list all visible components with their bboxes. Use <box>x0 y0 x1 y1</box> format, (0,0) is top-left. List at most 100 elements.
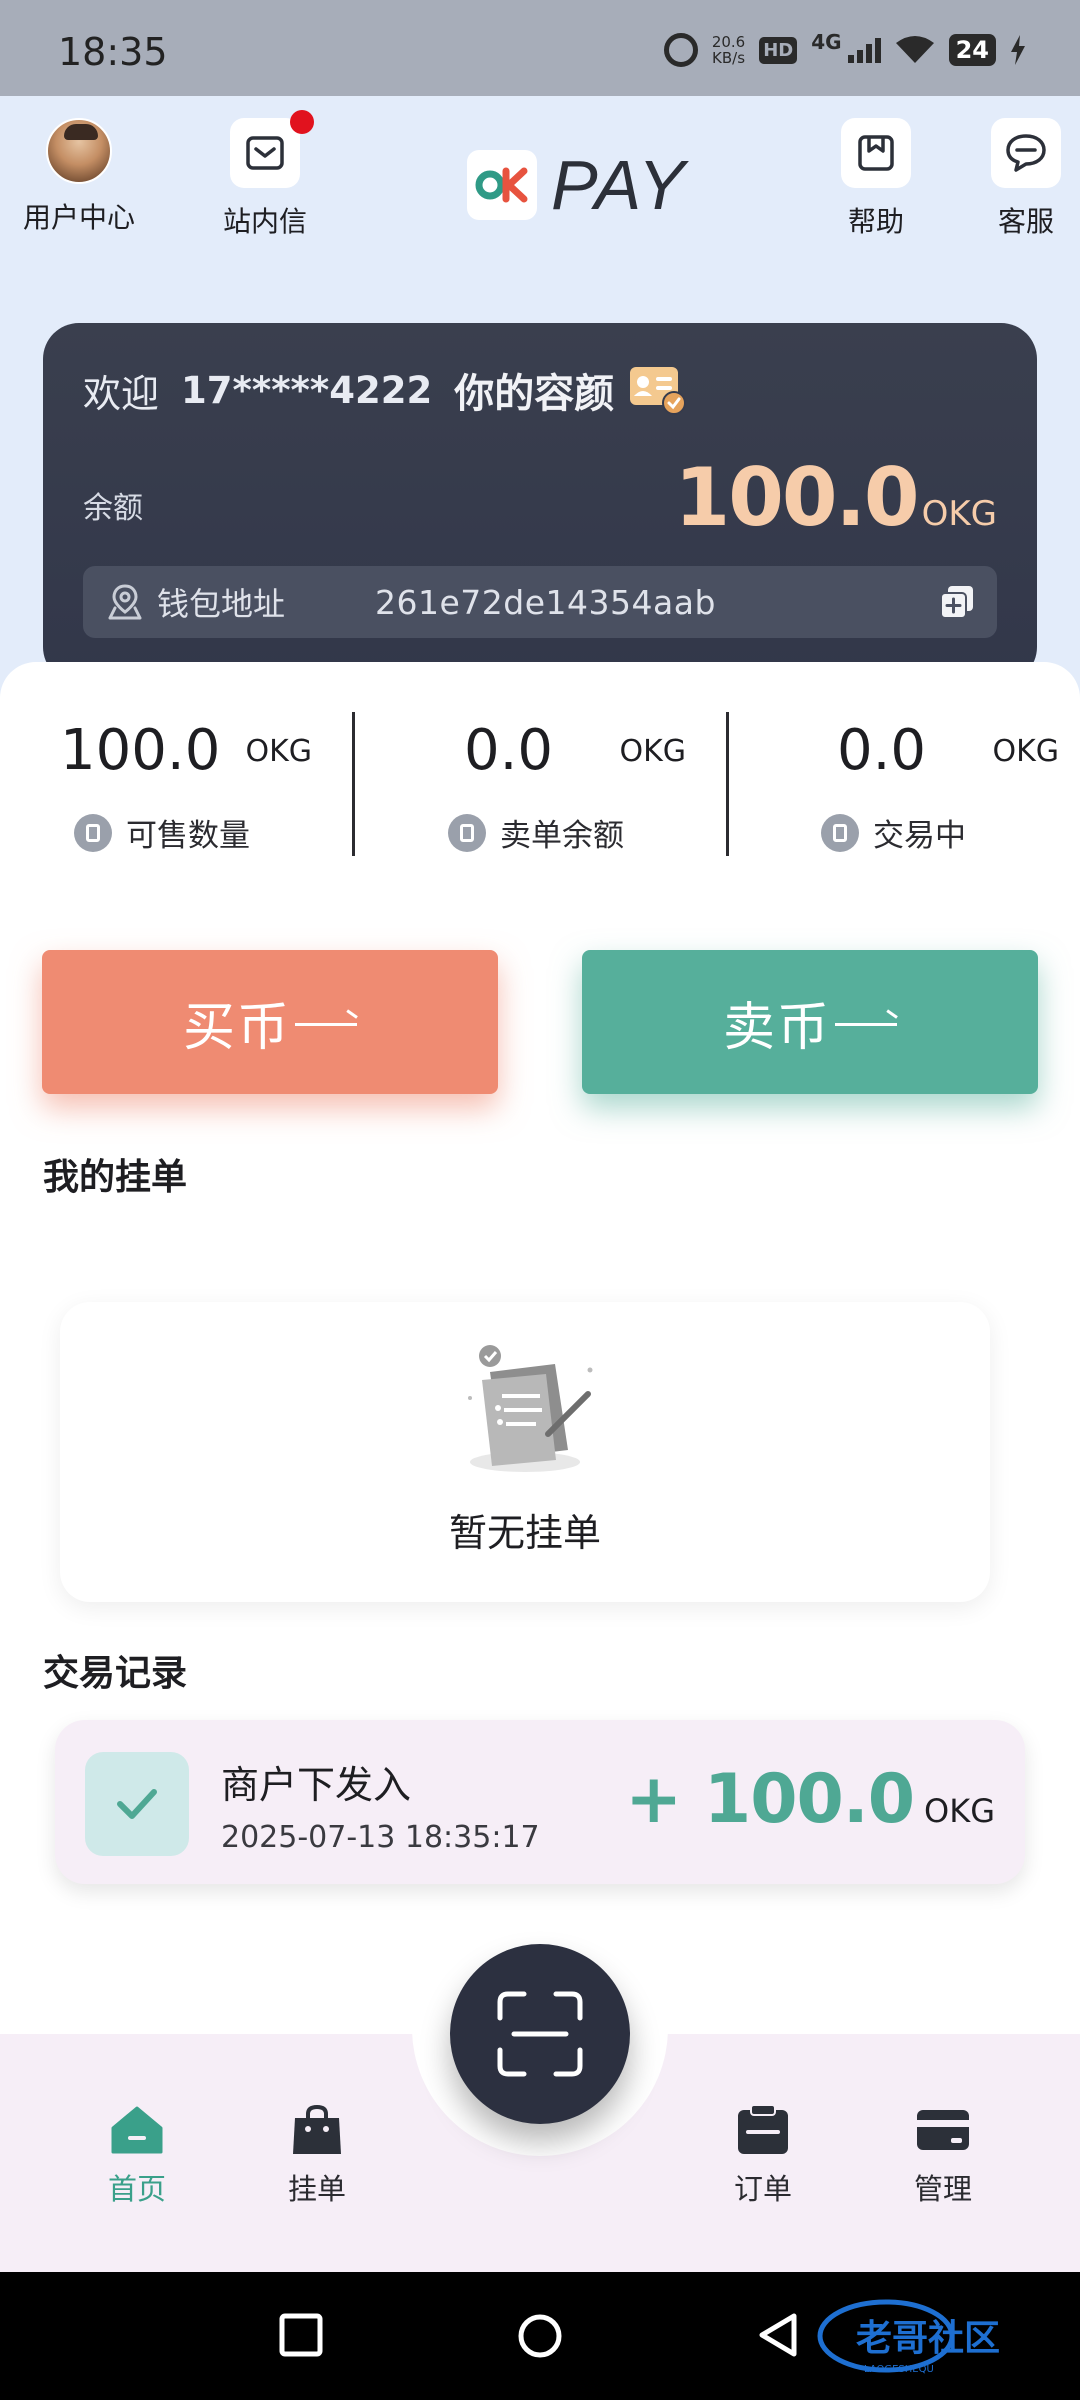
stat-label: 卖单余额 <box>500 818 624 854</box>
stat-divider <box>726 712 729 856</box>
balance-unit: OKG <box>921 494 997 534</box>
notification-dot <box>290 110 314 134</box>
buy-label: 买币 <box>182 997 291 1058</box>
records-title: 交易记录 <box>43 1653 188 1694</box>
help-button[interactable]: 帮助 <box>815 118 937 240</box>
empty-orders-text: 暂无挂单 <box>448 1511 601 1555</box>
record-amount: + 100.0 OKG <box>625 1760 995 1839</box>
stat-unit: OKG <box>992 734 1059 769</box>
avatar <box>46 118 112 184</box>
stat-value: 0.0 <box>464 718 554 783</box>
balance-value: 100.0 <box>674 451 920 544</box>
transaction-record[interactable]: 商户下发入 2025-07-13 18:35:17 + 100.0 OKG <box>55 1720 1025 1884</box>
id-card-icon <box>630 367 687 415</box>
messages-tile <box>230 110 314 188</box>
home-icon <box>111 2106 163 2154</box>
record-check-tile <box>85 1752 189 1856</box>
stat-unit: OKG <box>619 734 686 769</box>
stat-label-row: 卖单余额 <box>448 810 624 855</box>
help-label: 帮助 <box>847 205 904 238</box>
net-speed-unit: KB/s <box>712 49 746 67</box>
stat-divider <box>352 712 355 856</box>
ok-logo-icon <box>475 167 528 203</box>
net-speed-value: 20.6 <box>711 33 746 51</box>
app-logo: PAY <box>467 145 687 225</box>
record-amount-unit: OKG <box>924 1792 995 1830</box>
phone-number: 17*****4222 <box>181 368 433 412</box>
nav-home-label: 首页 <box>107 2172 166 2206</box>
nav-listing[interactable]: 挂单 <box>257 2102 377 2208</box>
service-tile <box>991 118 1061 188</box>
wifi-icon <box>895 36 934 63</box>
document-icon <box>74 813 112 852</box>
signal-icon <box>847 37 881 63</box>
clipboard-icon <box>738 2104 788 2154</box>
card-icon <box>917 2110 969 2150</box>
logo-mark <box>467 150 537 220</box>
arrow-right-icon <box>835 1022 897 1026</box>
nickname: 你的容颜 <box>454 371 615 417</box>
welcome-row: 欢迎 17*****4222 你的容颜 <box>83 361 687 419</box>
nav-home[interactable]: 首页 <box>77 2102 197 2208</box>
watermark-subtext: LAOGESHEQU <box>864 2364 934 2375</box>
nav-listing-label: 挂单 <box>287 2172 346 2206</box>
main-content: 100.0 OKG 可售数量 0.0 OKG 卖单余额 0.0 OKG 交易中 … <box>0 662 1080 2034</box>
empty-document-icon <box>468 1345 593 1472</box>
balance-label: 余额 <box>83 491 143 526</box>
check-icon <box>117 1789 157 1819</box>
document-icon <box>448 813 486 852</box>
recents-icon[interactable] <box>278 2312 324 2358</box>
welcome-text: 欢迎 <box>83 371 160 416</box>
scan-button[interactable] <box>450 1944 630 2124</box>
wallet-address: 261e72de14354aab <box>375 582 716 622</box>
my-orders-title: 我的挂单 <box>43 1157 188 1198</box>
wallet-label: 钱包地址 <box>157 585 286 623</box>
alarm-icon <box>663 33 698 67</box>
record-amount-value: + 100.0 <box>625 1760 915 1839</box>
network-type: 4G <box>811 30 842 54</box>
balance-amount: 100.0 OKG <box>675 451 997 544</box>
chat-icon <box>1006 134 1046 172</box>
hd-icon: HD <box>759 36 798 64</box>
nav-manage[interactable]: 管理 <box>883 2102 1003 2208</box>
service-label: 客服 <box>997 205 1054 238</box>
nav-manage-label: 管理 <box>913 2172 972 2206</box>
stat-unit: OKG <box>245 734 312 769</box>
battery-level: 24 <box>948 34 996 66</box>
stat-label: 可售数量 <box>126 818 250 854</box>
sell-label: 卖币 <box>722 997 831 1058</box>
location-icon <box>108 584 142 620</box>
empty-orders-card: 暂无挂单 <box>60 1302 990 1602</box>
nav-orders-label: 订单 <box>733 2172 792 2206</box>
record-time: 2025-07-13 18:35:17 <box>221 1820 540 1855</box>
mail-icon <box>246 136 284 170</box>
sell-coin-button[interactable]: 卖币 <box>582 950 1038 1094</box>
scan-icon <box>497 1991 583 2077</box>
stat-label-row: 可售数量 <box>74 810 250 855</box>
wallet-address-row: 钱包地址 261e72de14354aab <box>83 566 997 638</box>
watermark-text: 老哥社区 <box>856 2318 1000 2359</box>
document-icon <box>821 813 859 852</box>
nav-orders[interactable]: 订单 <box>703 2102 823 2208</box>
service-button[interactable]: 客服 <box>965 118 1080 240</box>
charging-icon <box>1011 35 1025 65</box>
net-speed: 20.6 KB/s <box>712 34 745 66</box>
messages-button[interactable]: 站内信 <box>204 110 326 240</box>
record-title: 商户下发入 <box>221 1763 412 1807</box>
buy-coin-button[interactable]: 买币 <box>42 950 498 1094</box>
back-icon[interactable] <box>756 2312 800 2358</box>
bag-icon <box>293 2104 341 2154</box>
balance-card: 欢迎 17*****4222 你的容颜 余额 100.0 OKG 钱包地址 26… <box>43 323 1037 683</box>
user-center-button[interactable]: 用户中心 <box>18 118 140 236</box>
arrow-right-icon <box>295 1022 357 1026</box>
stat-value: 100.0 <box>60 718 221 783</box>
messages-label: 站内信 <box>222 205 307 238</box>
status-icons: 20.6 KB/s HD 4G 24 <box>663 28 1026 72</box>
stat-value: 0.0 <box>837 718 927 783</box>
copy-icon[interactable] <box>939 584 975 620</box>
stat-label-row: 交易中 <box>821 810 966 855</box>
logo-text: PAY <box>551 146 687 224</box>
stat-label: 交易中 <box>873 818 966 854</box>
system-nav-bar: 老哥社区 LAOGESHEQU <box>0 2272 1080 2400</box>
home-circle-icon[interactable] <box>516 2312 564 2360</box>
